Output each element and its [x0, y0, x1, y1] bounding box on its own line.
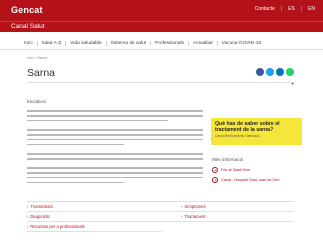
- divider: [27, 211, 294, 212]
- divider: [27, 82, 294, 83]
- divider: [27, 221, 294, 222]
- body-paragraph: [27, 129, 203, 149]
- site-title[interactable]: Canal Salut: [11, 23, 45, 30]
- external-link-icon: ↗: [212, 167, 218, 173]
- nav-item-inici[interactable]: Inici: [24, 41, 38, 46]
- nav-item-salut-a-z[interactable]: Salut A-Z: [38, 41, 67, 46]
- external-link-icon: ↗: [212, 177, 218, 183]
- main-nav: Inici Salut A-Z Vida saludable Sistema d…: [0, 38, 323, 50]
- twitter-icon[interactable]: [266, 68, 274, 76]
- question-highlight-box[interactable]: Què has de saber sobre el tractament de …: [211, 118, 302, 145]
- question-title[interactable]: Què has de saber sobre el tractament de …: [215, 121, 298, 133]
- nav-item-sistema-de-salut[interactable]: Sistema de salut: [107, 41, 152, 46]
- divider: [27, 231, 162, 232]
- body-paragraph: [27, 153, 203, 163]
- nav-item-professionals[interactable]: Professionals: [151, 41, 189, 46]
- top-links: Contacte | ES | EN: [255, 6, 315, 12]
- question-source: Canal Medicaments i farmàcia: [215, 134, 260, 138]
- body-paragraph: [27, 110, 203, 125]
- divider: [27, 201, 294, 202]
- related-link-tractament[interactable]: Tractament: [181, 214, 205, 219]
- body-paragraph: [27, 167, 203, 187]
- breadcrumb[interactable]: Inici > Sarna: [27, 56, 47, 60]
- page-title: Sarna: [27, 67, 56, 79]
- linkedin-icon[interactable]: [276, 68, 284, 76]
- related-link-simptomes[interactable]: Símptomes: [181, 204, 205, 209]
- divider: |: [280, 6, 283, 12]
- more-info-link[interactable]: ↗ Canal - Hospital Sant Joan de Déu: [212, 177, 279, 183]
- more-info-link-label[interactable]: Canal - Hospital Sant Joan de Déu: [221, 178, 279, 182]
- divider: |: [300, 6, 303, 12]
- section-label: Escabiosi: [27, 99, 46, 104]
- more-info-heading: Més informació: [212, 157, 244, 162]
- language-es-link[interactable]: ES: [288, 6, 295, 12]
- more-info-link-label[interactable]: Fes-te Salut Mou: [221, 168, 250, 172]
- gencat-logo[interactable]: Gencat: [11, 5, 43, 15]
- language-en-link[interactable]: EN: [308, 6, 315, 12]
- nav-item-vacuna-covid[interactable]: Vacuna COVID-19: [218, 41, 265, 46]
- share-buttons: [256, 68, 294, 76]
- related-link-diagnostic[interactable]: Diagnòstic: [27, 214, 50, 219]
- nav-item-actualitat[interactable]: Actualitat: [189, 41, 218, 46]
- facebook-icon[interactable]: [256, 68, 264, 76]
- related-link-recursos[interactable]: Recursos per a professionals: [27, 224, 84, 229]
- whatsapp-icon[interactable]: [286, 68, 294, 76]
- more-info-link[interactable]: ↗ Fes-te Salut Mou: [212, 167, 250, 173]
- contact-link[interactable]: Contacte: [255, 6, 275, 12]
- nav-item-vida-saludable[interactable]: Vida saludable: [66, 41, 107, 46]
- top-bar: Gencat Contacte | ES | EN: [0, 0, 323, 21]
- related-link-transmissio[interactable]: Transmissió: [27, 204, 52, 209]
- site-title-bar: Canal Salut: [0, 21, 323, 32]
